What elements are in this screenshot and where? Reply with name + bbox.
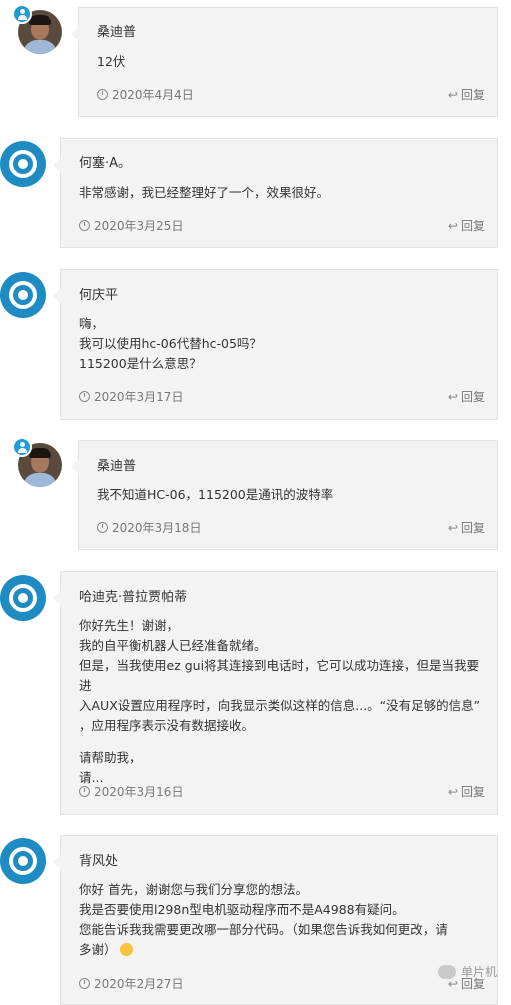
comment-date: 2020年3月16日 (79, 783, 183, 800)
comment-author: 何庆平 (79, 288, 119, 303)
clock-icon (97, 522, 108, 533)
comment-date: 2020年2月27日 (79, 975, 183, 992)
clock-icon (79, 391, 90, 402)
comment-author: 背风处 (79, 854, 119, 869)
comment-text: 你好先生！谢谢， 我的自平衡机器人已经准备就绪。 但是，当我使用ez gui将其… (79, 618, 481, 785)
user-icon (12, 4, 32, 24)
reply-arrow-icon: ↩ (447, 88, 458, 102)
reply-arrow-icon: ↩ (447, 785, 458, 799)
reply-arrow-icon: ↩ (447, 390, 458, 404)
avatar[interactable] (12, 4, 62, 54)
comment-card: 背风处 你好 首先，谢谢您与我们分享您的想法。 我是否要使用l298n型电机驱动… (53, 835, 498, 1005)
default-logo-avatar[interactable] (0, 838, 46, 884)
comment-card: 何塞·A。 非常感谢，我已经整理好了一个，效果很好。 2020年3月25日 ↩ 回… (53, 138, 498, 248)
comment-author: 哈迪克·普拉贾帕蒂 (79, 590, 188, 605)
default-logo-avatar[interactable] (0, 272, 46, 318)
comment-date: 2020年4月4日 (97, 86, 194, 103)
comment-card: 桑迪普 我不知道HC-06，115200是通讯的波特率 2020年3月18日 ↩… (71, 440, 498, 550)
reply-arrow-icon: ↩ (447, 219, 458, 233)
comment-card: 何庆平 嗨， 我可以使用hc-06代替hc-05吗？ 115200是什么意思？ … (53, 269, 498, 420)
comment-date: 2020年3月18日 (97, 519, 201, 536)
reply-arrow-icon: ↩ (447, 521, 458, 535)
reply-button[interactable]: ↩ 回复 (448, 783, 485, 800)
comment-card: 哈迪克·普拉贾帕蒂 你好先生！谢谢， 我的自平衡机器人已经准备就绪。 但是，当我… (53, 571, 498, 815)
comment-author: 何塞·A。 (79, 156, 132, 171)
reply-button[interactable]: ↩ 回复 (448, 519, 485, 536)
comment-text: 嗨， 我可以使用hc-06代替hc-05吗？ 115200是什么意思？ (79, 316, 262, 371)
comment-text: 我不知道HC-06，115200是通讯的波特率 (97, 487, 334, 502)
avatar[interactable] (12, 437, 62, 487)
comment-author: 桑迪普 (97, 459, 137, 474)
comment-card: 桑迪普 12伏 2020年4月4日 ↩ 回复 (71, 7, 498, 117)
default-logo-avatar[interactable] (0, 141, 46, 187)
comment-text: 12伏 (97, 54, 126, 69)
wechat-watermark: 单片机 (437, 963, 497, 980)
clock-icon (79, 220, 90, 231)
comment-date: 2020年3月25日 (79, 217, 183, 234)
reply-button[interactable]: ↩ 回复 (448, 217, 485, 234)
comment-text: 非常感谢，我已经整理好了一个，效果很好。 (79, 185, 330, 200)
user-icon (12, 437, 32, 457)
comment-author: 桑迪普 (97, 25, 137, 40)
comment-date: 2020年3月17日 (79, 388, 183, 405)
reply-button[interactable]: ↩ 回复 (448, 388, 485, 405)
clock-icon (97, 89, 108, 100)
wechat-icon (437, 964, 456, 979)
clock-icon (79, 978, 90, 989)
smile-emoji-icon (119, 943, 133, 956)
reply-button[interactable]: ↩ 回复 (448, 86, 485, 103)
default-logo-avatar[interactable] (0, 575, 46, 621)
comment-text: 你好 首先，谢谢您与我们分享您的想法。 我是否要使用l298n型电机驱动程序而不… (79, 882, 448, 957)
clock-icon (79, 786, 90, 797)
